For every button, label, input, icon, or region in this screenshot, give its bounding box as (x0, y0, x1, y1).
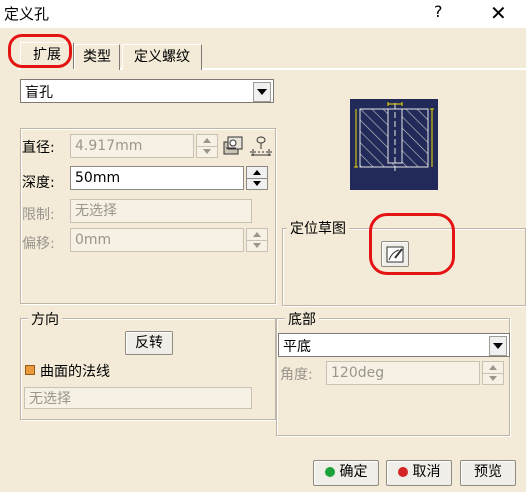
close-icon[interactable]: ✕ (490, 1, 507, 25)
bottom-type-value: 平底 (283, 339, 311, 355)
direction-title: 方向 (28, 309, 62, 329)
cancel-dot-icon (397, 467, 408, 477)
ok-button[interactable]: 确定 (313, 460, 379, 486)
bottom-type-select[interactable]: 平底 (278, 333, 510, 357)
extension-type-value: 盲孔 (25, 85, 53, 101)
help-icon[interactable]: ? (434, 2, 443, 21)
limit-label: 限制: (22, 207, 55, 223)
angle-label: 角度: (280, 367, 313, 383)
angle-field[interactable]: 120deg (326, 361, 480, 385)
annotation-circle-sketch (369, 213, 455, 275)
cancel-button[interactable]: 取消 (386, 460, 452, 486)
depth-spin-icon[interactable] (246, 166, 268, 190)
surface-normal-label: 曲面的法线 (40, 364, 110, 380)
title-bar (0, 0, 526, 28)
depth-label: 深度: (22, 175, 55, 191)
pattern-icon[interactable] (248, 134, 272, 158)
reverse-button[interactable]: 反转 (125, 331, 173, 355)
diameter-label: 直径: (22, 140, 55, 156)
direction-selection-field[interactable]: 无选择 (24, 387, 252, 409)
diameter-field[interactable]: 4.917mm (70, 134, 194, 158)
preview-button[interactable]: 预览 (460, 460, 516, 486)
bottom-title: 底部 (285, 309, 319, 329)
window-title: 定义孔 (4, 5, 50, 23)
diameter-spin-icon[interactable] (196, 134, 218, 158)
hole-preview-image (350, 99, 438, 190)
ok-dot-icon (324, 467, 335, 477)
limit-field[interactable]: 无选择 (70, 199, 252, 223)
depth-field[interactable]: 50mm (70, 166, 244, 190)
tab-type[interactable]: 类型 (74, 44, 120, 70)
surface-normal-checkbox[interactable] (25, 365, 35, 375)
angle-spin-icon[interactable] (482, 361, 504, 385)
chevron-down-icon[interactable] (253, 82, 271, 102)
chevron-down-icon[interactable] (489, 336, 507, 356)
cancel-label: 取消 (412, 464, 441, 480)
offset-label: 偏移: (22, 236, 55, 252)
positioning-sketch-title: 定位草图 (287, 218, 349, 238)
tab-thread[interactable]: 定义螺纹 (122, 44, 202, 70)
annotation-circle-tab (8, 34, 72, 68)
offset-spin-icon[interactable] (246, 228, 268, 252)
thread-table-icon[interactable] (221, 134, 245, 158)
ok-label: 确定 (339, 464, 368, 480)
offset-field[interactable]: 0mm (70, 228, 244, 252)
extension-type-select[interactable]: 盲孔 (20, 79, 274, 103)
